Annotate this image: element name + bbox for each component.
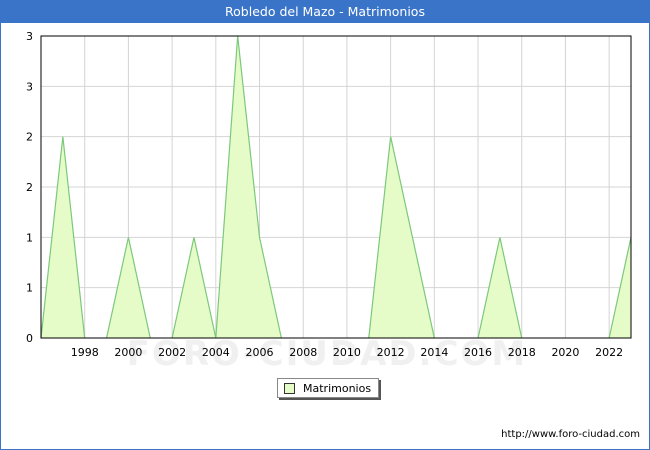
x-tick-label: 1998 bbox=[71, 346, 99, 359]
y-axis-ticks: 0 1 1 2 2 3 3 bbox=[26, 30, 33, 345]
x-tick-label: 2002 bbox=[158, 346, 186, 359]
chart-frame: Robledo del Mazo - Matrimonios FORO-CIUD… bbox=[0, 0, 650, 450]
y-tick-label: 2 bbox=[26, 131, 33, 144]
x-tick-label: 2022 bbox=[595, 346, 623, 359]
y-tick-label: 1 bbox=[26, 282, 33, 295]
y-tick-label: 2 bbox=[26, 181, 33, 194]
x-tick-label: 2006 bbox=[246, 346, 274, 359]
x-tick-label: 2020 bbox=[551, 346, 579, 359]
x-tick-label: 2008 bbox=[289, 346, 317, 359]
x-tick-label: 2010 bbox=[333, 346, 361, 359]
x-tick-label: 2012 bbox=[377, 346, 405, 359]
y-tick-label: 0 bbox=[26, 332, 33, 345]
x-tick-label: 2016 bbox=[464, 346, 492, 359]
y-tick-label: 3 bbox=[26, 30, 33, 43]
x-tick-label: 2004 bbox=[202, 346, 230, 359]
x-tick-label: 2014 bbox=[420, 346, 448, 359]
x-tick-label: 2000 bbox=[114, 346, 142, 359]
legend-swatch bbox=[284, 382, 295, 394]
y-tick-label: 3 bbox=[26, 80, 33, 93]
x-tick-label: 2018 bbox=[508, 346, 536, 359]
legend-label: Matrimonios bbox=[303, 381, 372, 395]
source-url[interactable]: http://www.foro-ciudad.com bbox=[501, 429, 640, 440]
legend: Matrimonios bbox=[277, 378, 380, 398]
y-tick-label: 1 bbox=[26, 231, 33, 244]
